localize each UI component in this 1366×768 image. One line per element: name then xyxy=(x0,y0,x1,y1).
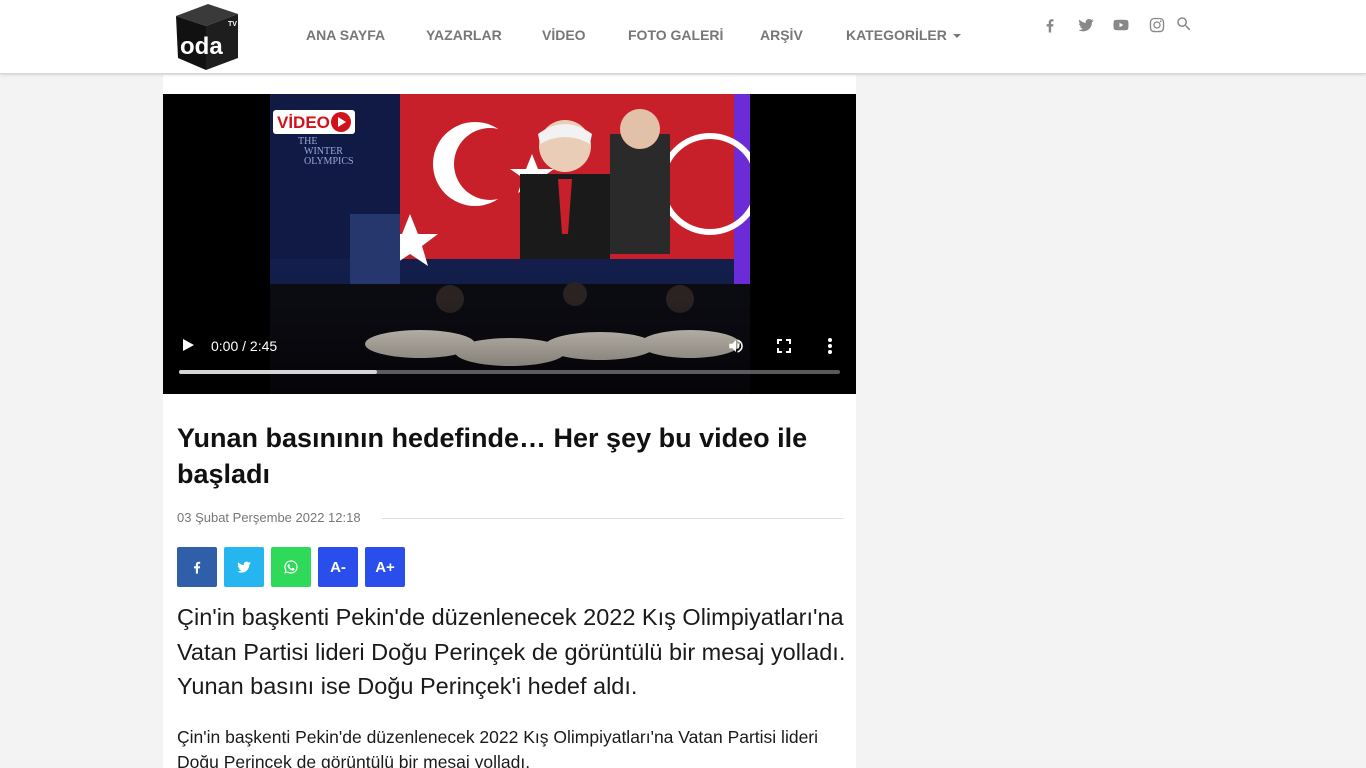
date-divider xyxy=(382,518,843,519)
nav-kategoriler[interactable]: KATEGORİLER xyxy=(846,26,961,44)
search-icon[interactable] xyxy=(1175,15,1193,33)
fullscreen-icon[interactable] xyxy=(776,338,792,354)
video-time: 0:00 / 2:45 xyxy=(211,338,278,354)
share-twitter-button[interactable] xyxy=(224,547,264,587)
nav-yazarlar[interactable]: YAZARLAR xyxy=(426,26,502,44)
twitter-icon xyxy=(237,561,251,573)
nav-ana-sayfa[interactable]: ANA SAYFA xyxy=(306,26,385,44)
article-lead: Çin'in başkenti Pekin'de düzenlenecek 20… xyxy=(177,604,846,699)
nav-video[interactable]: VİDEO xyxy=(542,26,586,44)
twitter-icon[interactable] xyxy=(1077,16,1095,34)
nav-foto-galeri[interactable]: FOTO GALERİ xyxy=(628,26,723,44)
share-facebook-button[interactable] xyxy=(177,547,217,587)
article-body: Çin'in başkenti Pekin'de düzenlenecek 20… xyxy=(177,727,819,768)
article-title: Yunan basınının hedefinde… Her şey bu vi… xyxy=(177,423,808,489)
volume-icon[interactable] xyxy=(726,337,746,355)
video-badge: VİDEO xyxy=(277,113,330,132)
nav-arsiv[interactable]: ARŞİV xyxy=(760,26,803,44)
video-buffer-bar xyxy=(179,370,378,374)
youtube-icon[interactable] xyxy=(1112,16,1130,34)
font-increase-button[interactable]: A+ xyxy=(365,547,405,587)
play-icon[interactable] xyxy=(181,337,195,353)
nav-kategoriler-label: KATEGORİLER xyxy=(846,27,947,43)
site-header: oda TV ANA SAYFA YAZARLAR VİDEO FOTO GAL… xyxy=(0,0,1366,74)
chevron-down-icon xyxy=(952,34,961,39)
font-decrease-button[interactable]: A- xyxy=(318,547,358,587)
share-whatsapp-button[interactable] xyxy=(271,547,311,587)
facebook-icon[interactable] xyxy=(1041,16,1059,34)
logo-text: oda xyxy=(180,33,223,60)
video-progress-bar[interactable] xyxy=(179,370,840,374)
logo-badge: TV xyxy=(228,21,237,28)
site-logo[interactable]: oda TV xyxy=(168,2,242,72)
more-options-icon[interactable] xyxy=(827,337,833,355)
video-player[interactable]: THE WINTER OLYMPICS VİDEO 0:00 / 2:45 xyxy=(163,94,856,394)
instagram-icon[interactable] xyxy=(1148,16,1166,34)
whatsapp-icon xyxy=(284,560,298,574)
article-date: 03 Şubat Perşembe 2022 12:18 xyxy=(177,510,361,525)
facebook-icon xyxy=(194,561,201,574)
video-overlay-line-3: OLYMPICS xyxy=(304,156,354,167)
